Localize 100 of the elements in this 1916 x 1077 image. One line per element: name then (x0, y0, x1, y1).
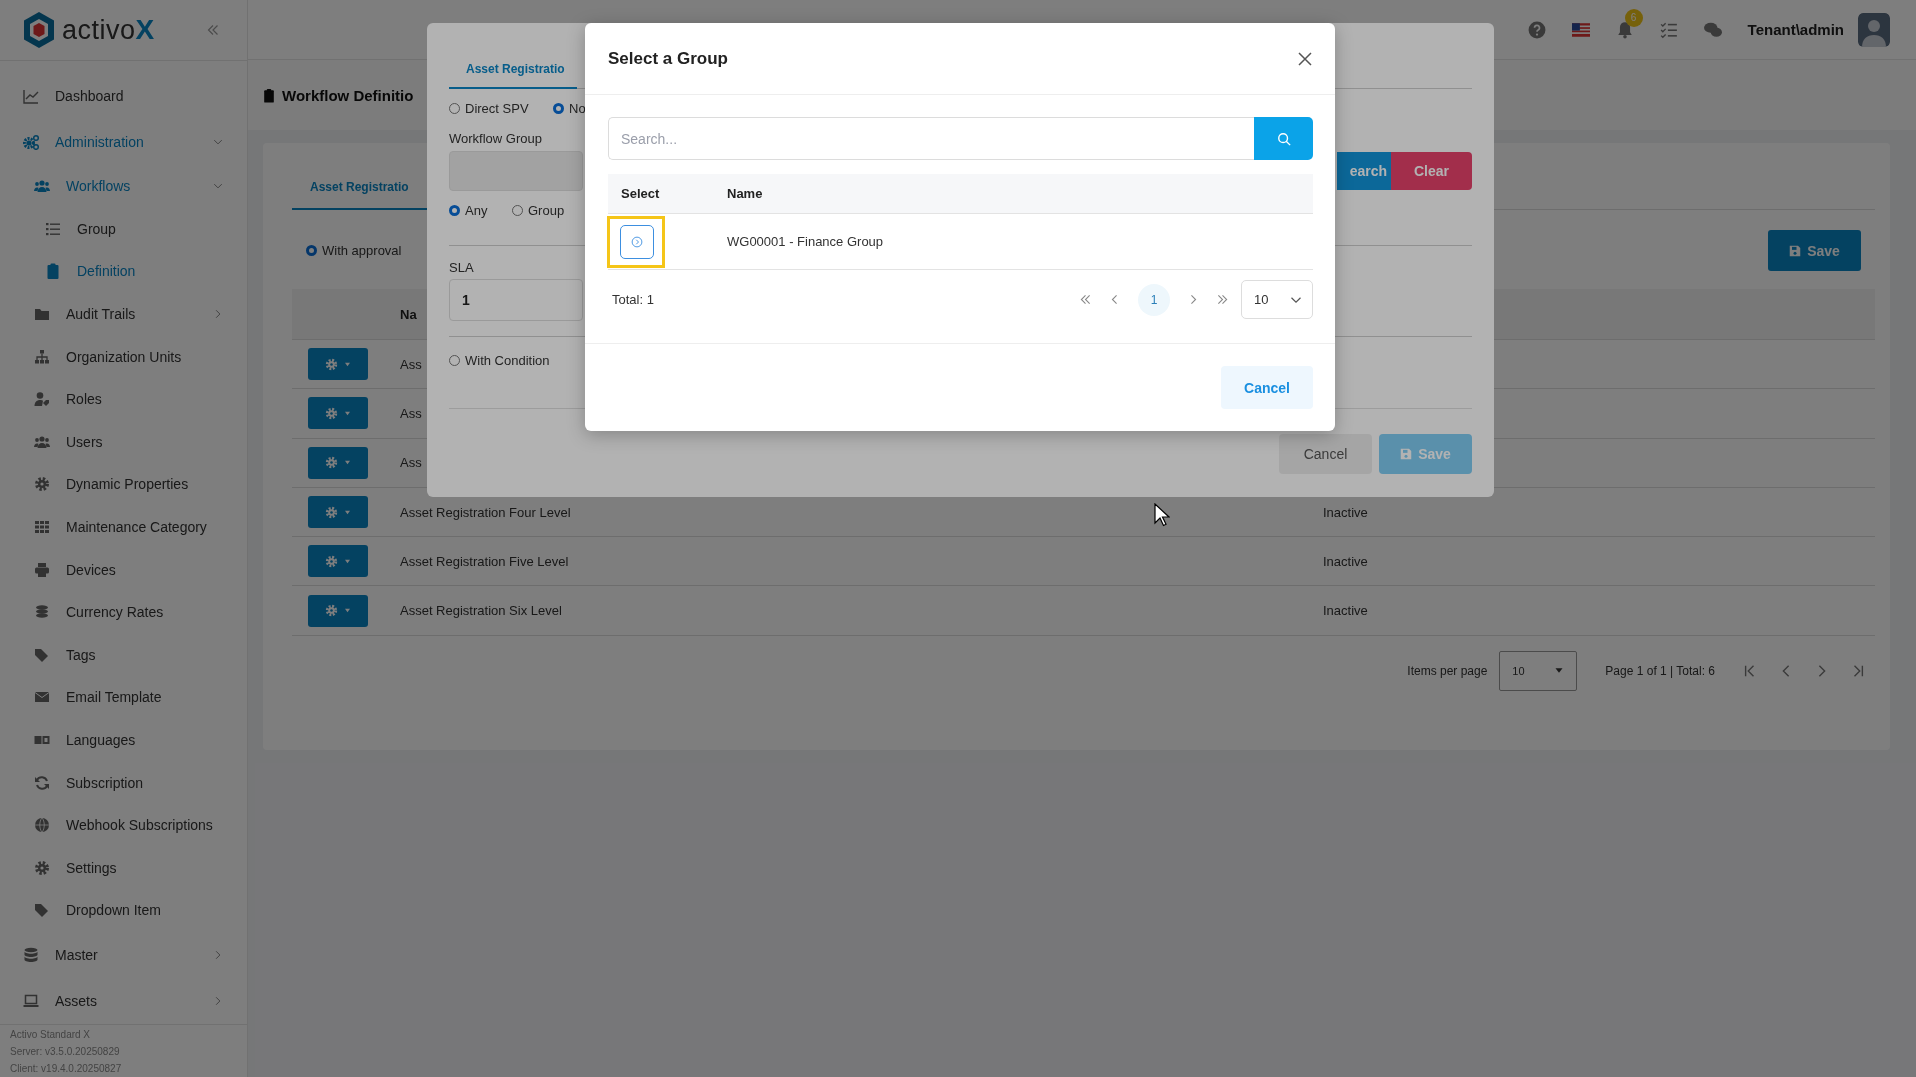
sidebar-item[interactable]: Dropdown Item (0, 889, 247, 932)
sidebar-item[interactable]: Maintenance Category (0, 505, 247, 549)
field-label: SLA (449, 260, 474, 276)
sidebar-item[interactable]: Definition (0, 250, 247, 293)
version-text: Activo Standard X (10, 1027, 92, 1041)
actions-button[interactable] (308, 496, 368, 529)
last-page-icon[interactable] (1851, 663, 1865, 678)
sidebar-item[interactable]: Master (0, 931, 247, 978)
tab[interactable]: Asset Registratio (449, 62, 577, 89)
help-icon[interactable] (1527, 20, 1546, 39)
gear-icon (325, 357, 338, 371)
caret-icon (344, 558, 351, 564)
search-icon (1276, 131, 1291, 146)
arrow-circle-icon (631, 235, 643, 248)
sidebar-item[interactable]: Dashboard (0, 73, 247, 119)
settings-icon (33, 859, 51, 876)
page-size-select[interactable]: 10 (1241, 280, 1313, 319)
table-cell: Inactive (1323, 553, 1368, 569)
search-button[interactable]: earch (1337, 152, 1391, 190)
grid-icon (33, 519, 51, 536)
caret-icon (344, 410, 351, 416)
radio-button[interactable] (449, 102, 460, 114)
actions-button[interactable] (308, 594, 368, 627)
cursor-icon (1154, 503, 1170, 527)
input-field[interactable] (449, 151, 583, 191)
select-button[interactable] (620, 224, 654, 259)
table-cell: Asset Registration Five Level (400, 553, 569, 569)
previous-page-icon[interactable] (1109, 294, 1120, 305)
column-header: Name (727, 186, 763, 201)
radio-label: With approval (322, 243, 402, 258)
table-cell: Inactive (1323, 603, 1368, 619)
actions-button[interactable] (308, 545, 368, 578)
page-summary: Page 1 of 1 | Total: 6 (1605, 663, 1715, 678)
cancel-button[interactable]: Cancel (1221, 366, 1313, 409)
cancel-button[interactable]: Cancel (1279, 434, 1372, 474)
user-name[interactable]: Tenant\admin (1747, 21, 1844, 38)
actions-button[interactable] (308, 446, 368, 479)
actions-button[interactable] (308, 397, 368, 430)
sidebar-item[interactable]: Organization Units (0, 335, 247, 378)
actions-button[interactable] (308, 348, 368, 381)
sidebar-item[interactable]: Assets (0, 977, 247, 1024)
radio-button[interactable] (449, 204, 460, 216)
gear-icon (325, 406, 338, 420)
avatar-icon[interactable] (1858, 12, 1890, 47)
radio-button[interactable] (306, 245, 317, 256)
radio-button[interactable] (553, 102, 564, 114)
collapse-icon[interactable] (207, 24, 219, 36)
table-cell: Asset Registration Four Level (400, 504, 571, 520)
sidebar-item[interactable]: Users (0, 420, 247, 464)
sidebar-item[interactable]: Webhook Subscriptions (0, 803, 247, 847)
clear-button[interactable]: Clear (1391, 152, 1472, 190)
radio-label: No (569, 100, 586, 116)
sidebar-item[interactable]: Tags (0, 633, 247, 677)
sidebar-item[interactable]: Group (0, 207, 247, 251)
first-page-icon[interactable] (1080, 294, 1091, 305)
logo-icon (22, 11, 56, 49)
sidebar-item[interactable]: Devices (0, 548, 247, 591)
sidebar-item[interactable]: Workflows (0, 165, 247, 208)
last-page-icon[interactable] (1217, 294, 1228, 305)
database-icon (22, 946, 40, 963)
sidebar-item[interactable]: Administration (0, 119, 247, 165)
sidebar-item[interactable]: Currency Rates (0, 590, 247, 634)
sidebar-item[interactable]: Audit Trails (0, 292, 247, 336)
version-text: Server: v3.5.0.20250829 (10, 1044, 121, 1058)
radio-button[interactable] (512, 204, 523, 216)
radio-label: With Condition (465, 352, 550, 368)
caret-icon (344, 460, 351, 466)
gear-icon (325, 604, 338, 618)
gears-icon (22, 134, 40, 150)
gear-icon (325, 456, 338, 470)
clipboard-icon (262, 86, 276, 104)
radio-label: Group (528, 202, 565, 218)
sidebar-item[interactable]: Email Template (0, 676, 247, 719)
notification-badge: 6 (1624, 8, 1643, 27)
coins-icon (33, 604, 51, 621)
sidebar-item[interactable]: Languages (0, 718, 247, 762)
version-text: Client: v19.4.0.20250827 (10, 1061, 123, 1075)
first-page-icon[interactable] (1743, 663, 1757, 678)
flag-icon[interactable] (1571, 20, 1590, 39)
next-page-icon[interactable] (1188, 294, 1199, 305)
laptop-icon (22, 992, 40, 1009)
save-button[interactable]: Save (1768, 230, 1861, 271)
sitemap-icon (33, 348, 51, 365)
column-header: Na (400, 306, 417, 322)
save-icon (1400, 448, 1413, 460)
search-button[interactable] (1254, 117, 1313, 160)
close-icon[interactable] (1297, 50, 1313, 67)
search-field[interactable]: Search... (608, 117, 1254, 160)
column-header: Select (620, 186, 661, 201)
input-field[interactable]: 1 (449, 279, 583, 321)
page-button[interactable]: 1 (1138, 283, 1170, 316)
sidebar-item[interactable]: Roles (0, 377, 247, 421)
sidebar-item[interactable]: Subscription (0, 761, 247, 804)
sidebar-item[interactable]: Dynamic Properties (0, 463, 247, 506)
page-size-select[interactable]: 10 (1499, 650, 1578, 691)
checklist-icon[interactable] (1659, 20, 1678, 39)
radio-button[interactable] (449, 354, 460, 366)
chat-icon[interactable] (1703, 20, 1722, 39)
sidebar-item[interactable]: Settings (0, 846, 247, 890)
save-icon (1789, 244, 1802, 257)
